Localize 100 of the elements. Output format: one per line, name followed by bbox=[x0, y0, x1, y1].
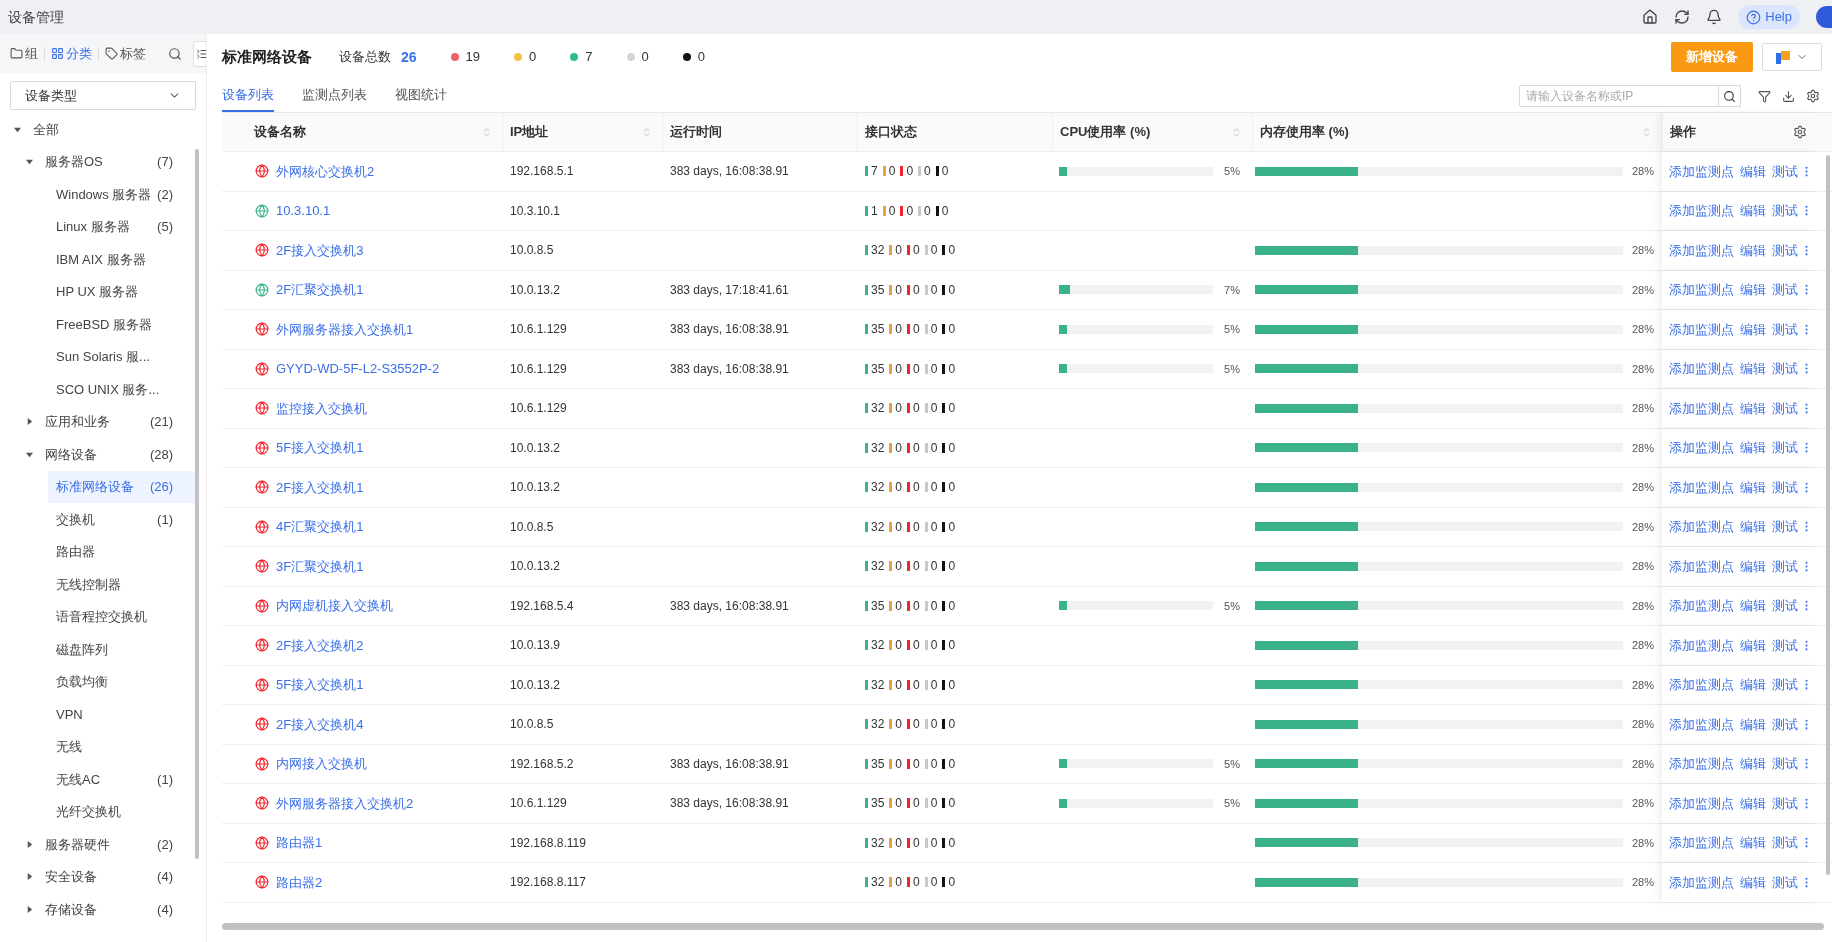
caret-icon[interactable] bbox=[26, 905, 33, 913]
column-header[interactable]: 运行时间 bbox=[662, 113, 857, 151]
action-link[interactable]: 测试 bbox=[1772, 398, 1798, 418]
action-link[interactable]: 测试 bbox=[1772, 517, 1798, 537]
tree-item[interactable]: 服务器OS (7) bbox=[45, 145, 173, 178]
sort-icon[interactable] bbox=[1641, 126, 1652, 138]
tree-item[interactable]: 应用和业务 (21) bbox=[45, 405, 173, 438]
tree-item[interactable]: 标准网络设备 (26) bbox=[48, 470, 197, 503]
help-button[interactable]: Help bbox=[1738, 5, 1800, 29]
tree-item[interactable]: 路由器 bbox=[56, 535, 173, 568]
device-name-link[interactable]: 5F接入交换机1 bbox=[276, 675, 364, 695]
action-link[interactable]: 编辑 bbox=[1740, 517, 1766, 537]
sidebar-tab[interactable]: 组 bbox=[10, 43, 38, 64]
device-name-link[interactable]: 外网核心交换机2 bbox=[276, 161, 375, 181]
action-link[interactable]: 编辑 bbox=[1740, 477, 1766, 497]
action-link[interactable]: 编辑 bbox=[1740, 556, 1766, 576]
action-link[interactable]: 添加监测点 bbox=[1669, 240, 1734, 260]
action-link[interactable]: 编辑 bbox=[1740, 872, 1766, 892]
action-link[interactable]: 添加监测点 bbox=[1669, 872, 1734, 892]
sort-icon[interactable] bbox=[641, 126, 652, 138]
device-name-link[interactable]: 外网服务器接入交换机2 bbox=[276, 793, 414, 813]
search-button[interactable] bbox=[1719, 85, 1741, 107]
avatar[interactable] bbox=[1816, 6, 1832, 28]
action-link[interactable]: 编辑 bbox=[1740, 319, 1766, 339]
device-name-link[interactable]: 监控接入交换机 bbox=[276, 398, 367, 418]
device-name-link[interactable]: GYYD-WD-5F-L2-S3552P-2 bbox=[276, 359, 440, 379]
device-name-link[interactable]: 路由器1 bbox=[276, 833, 323, 853]
device-name-link[interactable]: 路由器2 bbox=[276, 872, 323, 892]
device-name-link[interactable]: 2F接入交换机1 bbox=[276, 477, 364, 497]
action-link[interactable]: 添加监测点 bbox=[1669, 793, 1734, 813]
tree-item[interactable]: VPN bbox=[56, 698, 173, 731]
action-link[interactable]: 添加监测点 bbox=[1669, 635, 1734, 655]
sidebar-tab[interactable]: 标签 bbox=[105, 43, 146, 64]
action-link[interactable]: 添加监测点 bbox=[1669, 517, 1734, 537]
sort-icon[interactable] bbox=[481, 126, 492, 138]
action-link[interactable]: 添加监测点 bbox=[1669, 754, 1734, 774]
collapse-button[interactable] bbox=[193, 40, 206, 67]
view-switch-button[interactable] bbox=[1762, 43, 1822, 71]
action-link[interactable]: 测试 bbox=[1772, 161, 1798, 181]
column-header[interactable]: 操作 bbox=[1662, 113, 1817, 151]
tree-item[interactable]: Linux 服务器 (5) bbox=[56, 210, 173, 243]
action-link[interactable]: 测试 bbox=[1772, 556, 1798, 576]
column-header[interactable]: CPU使用率 (%) bbox=[1052, 113, 1252, 151]
tree-item[interactable]: 光纤交换机 bbox=[56, 795, 173, 828]
tab[interactable]: 视图统计 bbox=[395, 80, 447, 112]
action-link[interactable]: 编辑 bbox=[1740, 635, 1766, 655]
action-link[interactable]: 编辑 bbox=[1740, 398, 1766, 418]
action-link[interactable]: 编辑 bbox=[1740, 438, 1766, 458]
action-link[interactable]: 测试 bbox=[1772, 319, 1798, 339]
action-link[interactable]: 测试 bbox=[1772, 714, 1798, 734]
caret-icon[interactable] bbox=[26, 450, 33, 458]
action-link[interactable]: 添加监测点 bbox=[1669, 477, 1734, 497]
action-link[interactable]: 编辑 bbox=[1740, 240, 1766, 260]
action-link[interactable]: 测试 bbox=[1772, 438, 1798, 458]
column-header[interactable]: 设备名称 bbox=[222, 113, 502, 151]
column-header[interactable]: IP地址 bbox=[502, 113, 662, 151]
action-link[interactable]: 添加监测点 bbox=[1669, 319, 1734, 339]
tab[interactable]: 监测点列表 bbox=[302, 80, 367, 112]
device-name-link[interactable]: 2F汇聚交换机1 bbox=[276, 280, 364, 300]
action-link[interactable]: 测试 bbox=[1772, 793, 1798, 813]
device-name-link[interactable]: 4F汇聚交换机1 bbox=[276, 517, 364, 537]
action-link[interactable]: 编辑 bbox=[1740, 714, 1766, 734]
device-name-link[interactable]: 内网虚机接入交换机 bbox=[276, 596, 393, 616]
tree-item[interactable]: 无线 bbox=[56, 730, 173, 763]
action-link[interactable]: 添加监测点 bbox=[1669, 359, 1734, 379]
refresh-icon[interactable] bbox=[1674, 9, 1691, 25]
action-link[interactable]: 测试 bbox=[1772, 596, 1798, 616]
action-link[interactable]: 添加监测点 bbox=[1669, 714, 1734, 734]
device-name-link[interactable]: 10.3.10.1 bbox=[276, 201, 331, 221]
action-link[interactable]: 测试 bbox=[1772, 477, 1798, 497]
action-link[interactable]: 编辑 bbox=[1740, 675, 1766, 695]
tree-item[interactable]: 存储设备 (4) bbox=[45, 893, 173, 926]
download-icon[interactable] bbox=[1782, 89, 1795, 103]
action-link[interactable]: 添加监测点 bbox=[1669, 596, 1734, 616]
bell-icon[interactable] bbox=[1706, 9, 1723, 25]
action-link[interactable]: 测试 bbox=[1772, 754, 1798, 774]
tree-item[interactable]: Sun Solaris 服... bbox=[56, 340, 173, 373]
settings-icon[interactable] bbox=[1793, 125, 1807, 139]
sidebar-tab[interactable]: 分类 bbox=[51, 43, 92, 64]
tree-item[interactable]: Windows 服务器 (2) bbox=[56, 178, 173, 211]
action-link[interactable]: 编辑 bbox=[1740, 833, 1766, 853]
action-link[interactable]: 添加监测点 bbox=[1669, 161, 1734, 181]
device-name-link[interactable]: 2F接入交换机3 bbox=[276, 240, 364, 260]
action-link[interactable]: 测试 bbox=[1772, 240, 1798, 260]
caret-icon[interactable] bbox=[26, 158, 33, 166]
action-link[interactable]: 编辑 bbox=[1740, 280, 1766, 300]
action-link[interactable]: 添加监测点 bbox=[1669, 675, 1734, 695]
action-link[interactable]: 测试 bbox=[1772, 675, 1798, 695]
tree-item[interactable]: 语音程控交换机 bbox=[56, 600, 173, 633]
device-name-link[interactable]: 5F接入交换机1 bbox=[276, 438, 364, 458]
device-name-link[interactable]: 3F汇聚交换机1 bbox=[276, 556, 364, 576]
tree-item[interactable]: HP UX 服务器 bbox=[56, 275, 173, 308]
home-icon[interactable] bbox=[1642, 9, 1659, 25]
action-link[interactable]: 编辑 bbox=[1740, 754, 1766, 774]
filter-icon[interactable] bbox=[1758, 89, 1771, 103]
action-link[interactable]: 测试 bbox=[1772, 359, 1798, 379]
caret-icon[interactable] bbox=[26, 873, 33, 881]
action-link[interactable]: 编辑 bbox=[1740, 596, 1766, 616]
tree-item[interactable]: 全部 bbox=[33, 113, 173, 146]
sort-icon[interactable] bbox=[1231, 126, 1242, 138]
